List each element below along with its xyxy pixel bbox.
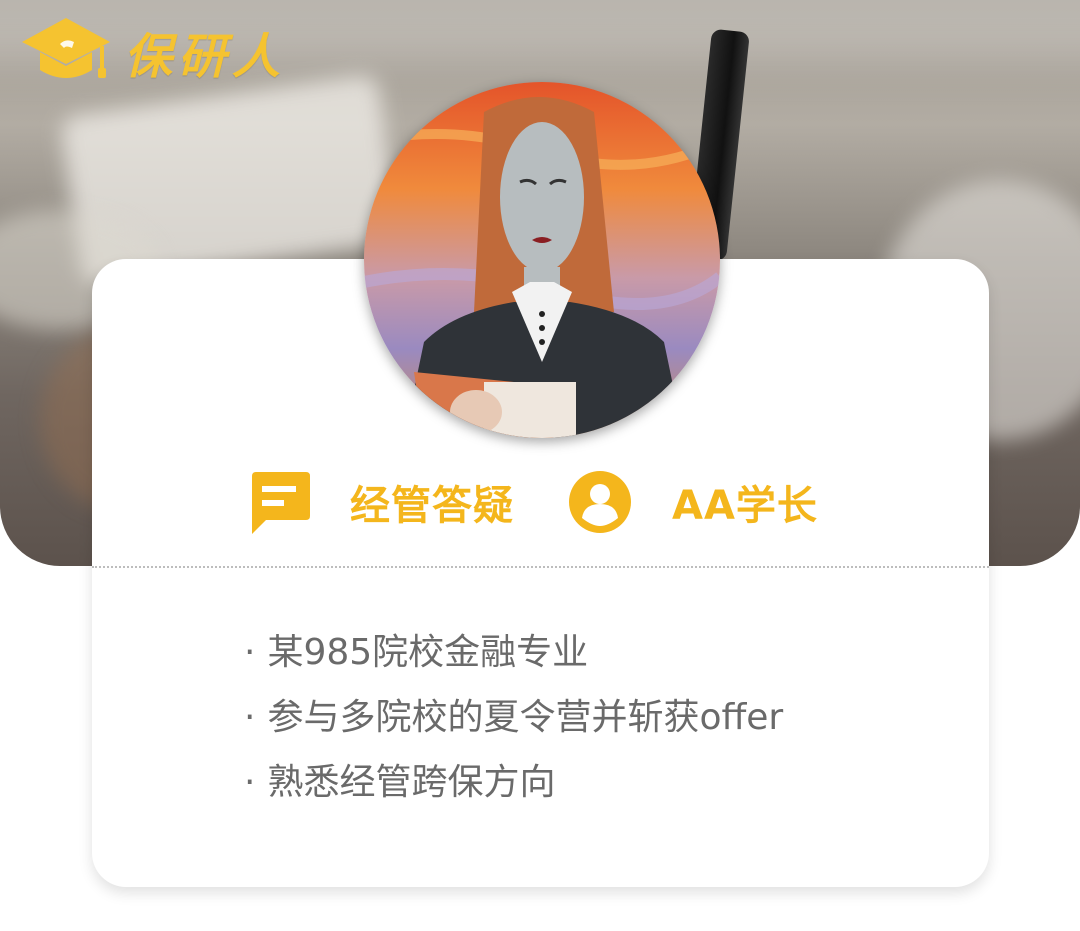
bullet-marker: · — [244, 697, 256, 738]
profile-tags: 经管答疑 AA学长 — [248, 467, 818, 537]
bullet-marker: · — [244, 762, 256, 803]
mentor-label: AA学长 — [672, 483, 818, 529]
dotted-divider — [92, 566, 989, 568]
list-item: · 熟悉经管跨保方向 — [244, 750, 783, 815]
user-icon — [568, 470, 632, 534]
bullet-marker: · — [244, 632, 256, 673]
list-item-text: 某985院校金融专业 — [267, 632, 589, 673]
topic-label: 经管答疑 — [350, 483, 514, 529]
list-item: · 参与多院校的夏令营并斩获offer — [244, 685, 783, 750]
avatar — [364, 82, 720, 438]
chat-bubble-icon — [248, 470, 312, 534]
brand-name: 保研人 — [124, 29, 287, 85]
graduation-cap-icon — [20, 14, 112, 90]
bullet-list: · 某985院校金融专业 · 参与多院校的夏令营并斩获offer · 熟悉经管跨保方向 — [244, 620, 783, 815]
list-item-text: 参与多院校的夏令营并斩获offer — [267, 697, 784, 738]
list-item: · 某985院校金融专业 — [244, 620, 783, 685]
list-item-text: 熟悉经管跨保方向 — [267, 762, 556, 803]
brand-logo: 保研人 — [20, 14, 286, 90]
